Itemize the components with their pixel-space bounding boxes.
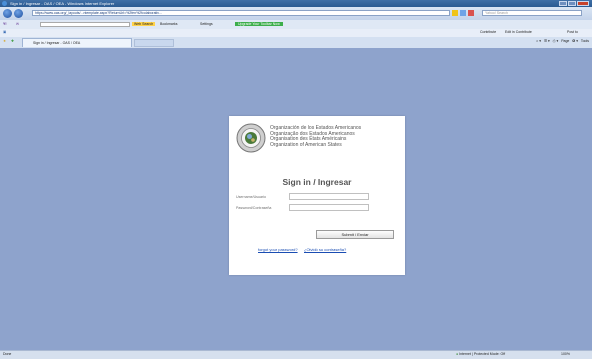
password-input[interactable]	[289, 204, 369, 211]
upgrade-toolbar-button[interactable]: Upgrade Your Toolbar Now	[235, 22, 283, 26]
address-bar-row: https://www.oas.org/_layouts/...ntemplat…	[0, 7, 592, 20]
submit-button[interactable]: Submit / Enviar	[316, 230, 394, 239]
maximize-button[interactable]	[568, 1, 576, 6]
status-text: Done	[3, 352, 12, 356]
zone-label: Internet | Protected Mode: Off	[459, 352, 506, 356]
yahoo-logo-icon[interactable]: Y!	[3, 22, 7, 26]
bookmarks-button[interactable]: Bookmarks	[160, 22, 178, 26]
username-input[interactable]	[289, 193, 369, 200]
edit-in-contribute-button[interactable]: Edit in Contribute	[505, 30, 532, 34]
search-input[interactable]: Yahoo! Search	[482, 10, 582, 16]
home-icon[interactable]: ⌂ ▾	[536, 39, 541, 43]
org-name-en: Organization of American States	[270, 141, 342, 148]
globe-icon: ●	[456, 352, 459, 356]
snagit-icon[interactable]: ▣	[3, 30, 6, 34]
window-title: Sign in / Ingresar - OAS / OEA - Windows…	[10, 1, 115, 6]
safety-icon[interactable]: ✪ ▾	[572, 39, 578, 43]
feeds-icon[interactable]: ☰ ▾	[544, 39, 550, 43]
back-button[interactable]	[3, 9, 12, 18]
olvido-contrasena-link[interactable]: ¿Olvidó su contraseña?	[304, 247, 346, 252]
stop-icon[interactable]	[468, 10, 474, 16]
tab-sign-in[interactable]: Sign in / Ingresar - OAS / OEA	[22, 38, 132, 47]
web-search-button[interactable]: Web Search	[132, 22, 156, 26]
forgot-password-link[interactable]: forgot your password?	[258, 247, 298, 252]
contribute-button[interactable]: Contribute	[480, 30, 496, 34]
page-menu[interactable]: Page	[561, 39, 569, 43]
forward-button[interactable]	[14, 9, 23, 18]
security-zone[interactable]: ● Internet | Protected Mode: Off	[456, 351, 505, 358]
post-to-button[interactable]: Post to	[567, 30, 578, 34]
page-content: Organización de los Estados Americanos O…	[0, 48, 592, 350]
tools-menu[interactable]: Tools	[581, 39, 589, 43]
minimize-button[interactable]	[559, 1, 567, 6]
oas-seal-icon	[236, 123, 266, 153]
username-label: Username/Usuario	[236, 195, 266, 199]
lock-icon[interactable]	[452, 10, 458, 16]
refresh-icon[interactable]	[460, 10, 466, 16]
ie-icon	[2, 1, 7, 6]
print-icon[interactable]: ⎙ ▾	[553, 39, 559, 43]
add-favorites-icon[interactable]: ✚	[11, 39, 14, 43]
password-label: Password/Contraseña	[236, 206, 272, 210]
organization-names: Organización de los Estados Americanos O…	[270, 125, 361, 148]
sign-in-heading: Sign in / Ingresar	[282, 177, 352, 187]
mail-icon[interactable]: ✉	[16, 22, 19, 26]
close-button[interactable]	[577, 1, 589, 6]
address-input[interactable]: https://www.oas.org/_layouts/...ntemplat…	[32, 10, 450, 16]
window-title-bar: Sign in / Ingresar - OAS / OEA - Windows…	[0, 0, 592, 7]
command-bar: ⌂ ▾ ☰ ▾ ⎙ ▾ Page ✪ ▾ Tools	[536, 39, 589, 43]
new-tab-button[interactable]	[134, 39, 174, 47]
zoom-level[interactable]: 100%	[561, 351, 570, 358]
favorites-star-icon[interactable]: ★	[3, 39, 6, 43]
toolbar-search-input[interactable]	[40, 22, 130, 27]
settings-button[interactable]: Settings	[200, 22, 213, 26]
